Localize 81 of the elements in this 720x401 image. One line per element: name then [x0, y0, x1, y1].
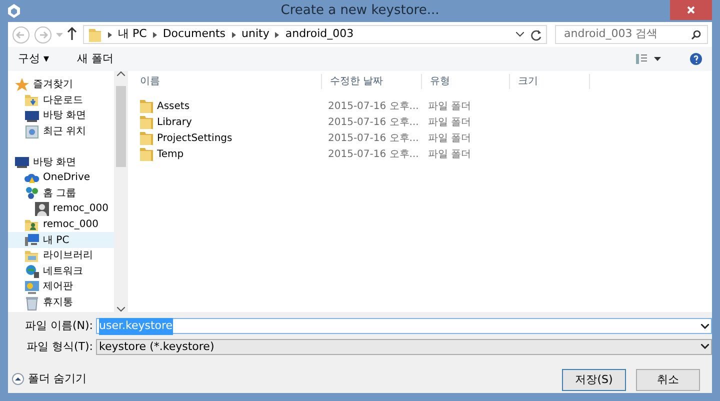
help-icon: [690, 52, 702, 65]
network-icon: [24, 263, 40, 280]
sidebar-item[interactable]: 즐겨찾기: [8, 77, 114, 93]
sidebar-item[interactable]: 제어판: [8, 279, 114, 295]
column-header[interactable]: 이름: [132, 74, 322, 89]
type-cell-text: 파일 폴더: [427, 148, 472, 162]
date-cell-text: 2015-07-16 오후...: [327, 148, 420, 162]
folder-icon: [140, 131, 153, 145]
dropdown-caret-icon: [516, 32, 524, 37]
breadcrumb-link[interactable]: Documents: [162, 26, 226, 43]
sidebar-item[interactable]: 내 PC: [8, 232, 114, 248]
sidebar-item[interactable]: 라이브러리: [8, 248, 114, 264]
sidebar-item[interactable]: 최근 위치: [8, 124, 114, 140]
refresh-icon: [530, 28, 542, 40]
hide-folders-button[interactable]: 폴더 숨기기: [12, 370, 86, 387]
window-title: Create a new keystore...: [280, 2, 440, 20]
date-cell-text: 2015-07-16 오후...: [327, 100, 420, 114]
up-arrow-icon: [67, 26, 77, 40]
file-name[interactable]: Assets: [132, 98, 322, 114]
star-icon: [14, 76, 30, 93]
sidebar-item[interactable]: 휴지통: [8, 294, 114, 310]
chevron-right-icon: [232, 32, 236, 38]
sidebar-item[interactable]: 네트워크: [8, 264, 114, 280]
list-view-icon: [636, 54, 662, 64]
column-header[interactable]: 수정한 날짜: [322, 74, 422, 89]
homegroup-icon: [24, 185, 40, 202]
breadcrumb-link[interactable]: unity: [242, 26, 270, 43]
app-logo-icon: [6, 3, 22, 19]
computer-icon: [24, 232, 40, 248]
sidebar-item[interactable]: OneDrive: [8, 170, 114, 186]
address-bar[interactable]: 내 PC Documents unity android_003: [83, 25, 547, 44]
sidebar-item[interactable]: remoc_000: [8, 216, 114, 232]
chevron-right-icon: [152, 32, 157, 38]
chevron-right-icon: [108, 32, 112, 38]
dropdown-caret-icon: [56, 32, 63, 36]
date-cell-text: 2015-07-16 오후...: [327, 116, 420, 130]
save-button[interactable]: 저장(S): [562, 369, 626, 391]
sidebar-item[interactable]: remoc_000: [8, 201, 114, 217]
file-name-label: 파일 이름(N):: [24, 318, 94, 334]
date-cell-text: 2015-07-16 오후...: [327, 132, 420, 146]
column-header[interactable]: 유형: [422, 74, 510, 89]
scrollbar-thumb[interactable]: [116, 86, 126, 167]
scrollbar[interactable]: [114, 71, 128, 312]
breadcrumb-link[interactable]: 내 PC: [118, 26, 147, 43]
file-name[interactable]: Temp: [132, 146, 322, 162]
close-icon: [687, 6, 695, 14]
search-icon: [691, 30, 701, 40]
file-name[interactable]: Library: [132, 114, 322, 130]
folder-icon: [140, 99, 153, 113]
scroll-up-icon: [117, 71, 125, 76]
sidebar-item[interactable]: 다운로드: [8, 92, 114, 108]
sidebar-item[interactable]: 홈 그룹: [8, 186, 114, 202]
chevron-right-icon: [275, 32, 280, 38]
recent-places-icon: [24, 124, 40, 140]
monitor-icon: [14, 154, 30, 170]
cancel-button[interactable]: 취소: [636, 369, 700, 391]
file-type-dropdown[interactable]: keystore (*.keystore): [96, 338, 712, 355]
type-cell-text: 파일 폴더: [427, 132, 472, 146]
breadcrumb-link[interactable]: android_003: [285, 26, 354, 43]
type-cell-text: 파일 폴더: [427, 100, 472, 114]
organize-menu-button[interactable]: 구성 ▾: [16, 50, 52, 68]
search-field[interactable]: android_003 검색: [555, 25, 708, 44]
folder-icon: [140, 147, 153, 161]
dropdown-caret-icon: [701, 324, 709, 329]
control-panel-icon: [24, 278, 40, 295]
scroll-down-icon: [117, 307, 125, 312]
close-button[interactable]: [670, 0, 712, 20]
collapse-icon: [12, 372, 24, 385]
person-icon: [34, 200, 50, 217]
sidebar-item[interactable]: 바탕 화면: [8, 108, 114, 124]
type-cell-text: 파일 폴더: [427, 116, 472, 130]
column-header[interactable]: 크기: [510, 74, 590, 89]
folder-icon: [140, 115, 153, 129]
folder-icon: [88, 26, 102, 42]
file-type-label: 파일 형식(T):: [25, 338, 94, 354]
file-name[interactable]: ProjectSettings: [132, 130, 322, 146]
sidebar-item[interactable]: 바탕 화면: [8, 154, 114, 170]
dropdown-caret-icon: [701, 344, 709, 350]
new-folder-button[interactable]: 새 폴더: [75, 50, 116, 68]
trash-icon: [24, 294, 40, 311]
download-folder-icon: [24, 92, 40, 108]
